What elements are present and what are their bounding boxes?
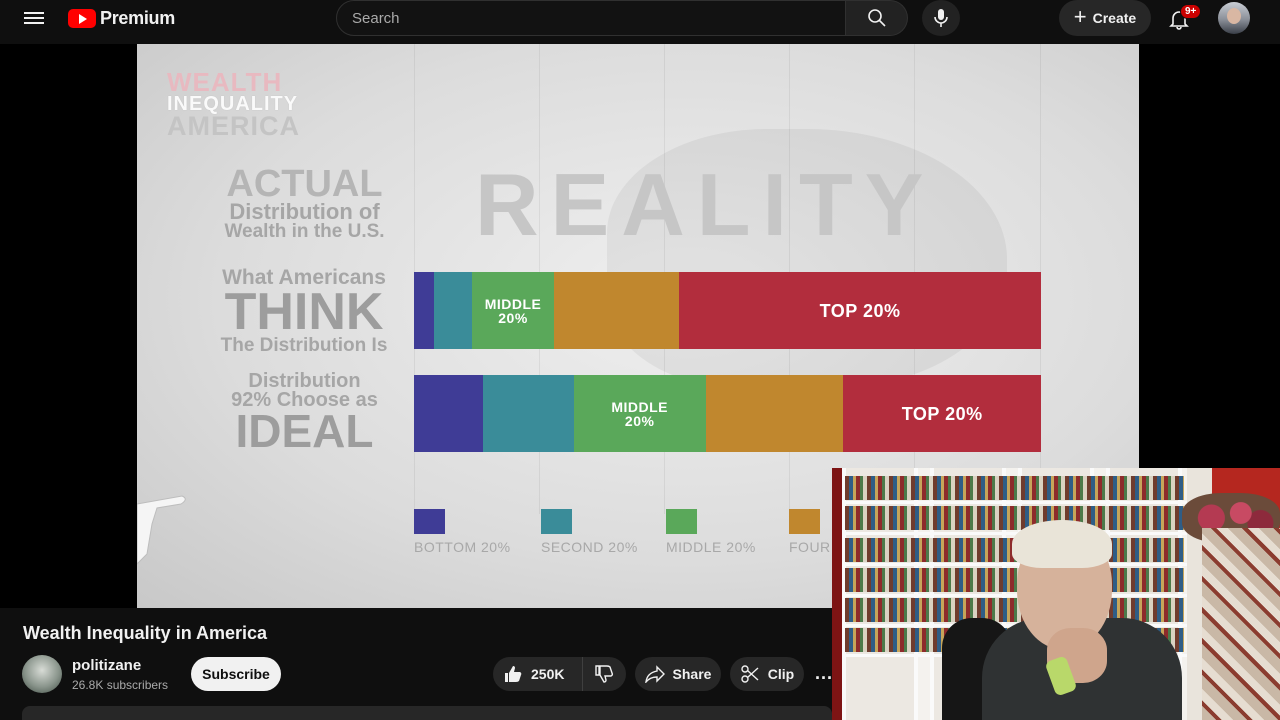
bar-segment-top-20-: TOP 20% (843, 375, 1041, 452)
legend-swatch (541, 509, 572, 534)
channel-name[interactable]: politizane (72, 657, 141, 674)
thumbs-up-icon (505, 666, 522, 682)
bar-segment-middle-20-: MIDDLE 20% (573, 375, 706, 452)
description-box-edge[interactable] (22, 706, 832, 720)
legend-item: BOTTOM 20% (414, 509, 510, 555)
pointing-hand-drawing (137, 495, 186, 565)
wordmark-line-1: WEALTH (167, 67, 283, 97)
legend-swatch (789, 509, 820, 534)
legend-swatch (414, 509, 445, 534)
youtube-logo[interactable]: Premium (68, 8, 175, 29)
share-button[interactable]: Share (635, 657, 721, 691)
row-label-actual-line-3: Wealth in the U.S. (224, 220, 385, 242)
search-button[interactable] (846, 0, 908, 36)
legend-label: BOTTOM 20% (414, 539, 511, 555)
more-actions-button[interactable]: ... (815, 663, 833, 684)
wealth-inequality-wordmark: WEALTH INEQUALITY AMERICA (167, 67, 300, 141)
thumbs-down-icon (595, 665, 614, 683)
legend-item: SECOND 20% (541, 509, 637, 555)
notification-badge: 9+ (1180, 4, 1202, 19)
legend-swatch (666, 509, 697, 534)
top-bar: Premium + Create 9+ (0, 0, 1280, 36)
bar-segment-bottom-20- (414, 375, 483, 452)
row-label-ideal: Distribution 92% Choose as IDEAL (202, 371, 407, 457)
reality-heading: REALITY (475, 155, 936, 254)
share-label: Share (672, 666, 712, 682)
row-label-think-line-3: The Distribution Is (220, 335, 388, 357)
voice-search-button[interactable] (922, 0, 960, 36)
legend-label: SECOND 20% (541, 539, 638, 555)
bar-segment-bottom-20- (414, 272, 435, 349)
legend-item: FOUR (789, 509, 830, 555)
bar-segment-label: TOP 20% (901, 403, 983, 424)
fireplace-tiles (1202, 528, 1280, 720)
legend-label: MIDDLE 20% (666, 539, 756, 555)
search-input[interactable] (352, 9, 845, 27)
books-row (845, 476, 1184, 500)
youtube-play-icon (68, 9, 96, 28)
row-label-actual-line-1: ACTUAL (226, 163, 383, 205)
legend-item: MIDDLE 20% (666, 509, 755, 555)
search-box[interactable] (336, 0, 846, 36)
shelf-board (842, 563, 1187, 566)
shelf-board (842, 501, 1187, 504)
create-button[interactable]: + Create (1059, 0, 1151, 36)
stacked-bar-think: MIDDLE 20% TOP 20% (414, 272, 1041, 349)
webcam-overlay (832, 468, 1280, 720)
bar-segment-second-20- (434, 272, 473, 349)
clip-button[interactable]: Clip (730, 657, 804, 691)
menu-icon[interactable] (24, 9, 44, 27)
bar-segment-fourth-20- (705, 375, 844, 452)
wordmark-line-3: AMERICA (167, 110, 300, 141)
share-arrow-icon (644, 665, 665, 683)
account-avatar[interactable] (1218, 2, 1250, 34)
row-label-actual: ACTUAL Distribution of Wealth in the U.S… (202, 163, 407, 242)
row-label-actual-line-2: Distribution of (229, 199, 380, 225)
video-title: Wealth Inequality in America (23, 623, 268, 643)
stacked-bar-ideal: MIDDLE 20% TOP 20% (414, 375, 1041, 452)
like-dislike-group: 250K (493, 657, 626, 691)
plus-icon: + (1073, 4, 1087, 29)
channel-avatar[interactable] (22, 655, 62, 693)
legend-label: FOUR (789, 539, 831, 555)
scissors-icon (741, 665, 759, 683)
shelf-board (842, 594, 1187, 597)
brand-label: Premium (100, 8, 175, 28)
bar-segment-label: MIDDLE 20% (611, 398, 669, 429)
like-count: 250K (531, 666, 565, 682)
person-hair (1012, 520, 1112, 568)
bar-segment-second-20- (482, 375, 574, 452)
mic-icon (934, 9, 948, 27)
dislike-button[interactable] (583, 657, 625, 691)
row-label-think: What Americans THINK The Distribution Is (199, 267, 409, 357)
subscribe-button[interactable]: Subscribe (191, 657, 281, 691)
like-button[interactable]: 250K (493, 657, 583, 691)
create-label: Create (1092, 10, 1137, 26)
books-row (845, 568, 1184, 592)
bar-segment-label: MIDDLE 20% (484, 295, 542, 326)
bar-segment-label: TOP 20% (819, 300, 901, 321)
bar-segment-top-20-: TOP 20% (679, 272, 1041, 349)
bar-segment-middle-20-: MIDDLE 20% (472, 272, 554, 349)
row-label-think-line-2: THINK (224, 282, 384, 341)
books-row (845, 506, 1184, 530)
subscriber-count: 26.8K subscribers (72, 678, 169, 692)
clip-label: Clip (767, 666, 795, 682)
bar-segment-fourth-20- (553, 272, 680, 349)
search-icon (867, 9, 886, 27)
row-label-ideal-line-3: IDEAL (235, 405, 374, 457)
